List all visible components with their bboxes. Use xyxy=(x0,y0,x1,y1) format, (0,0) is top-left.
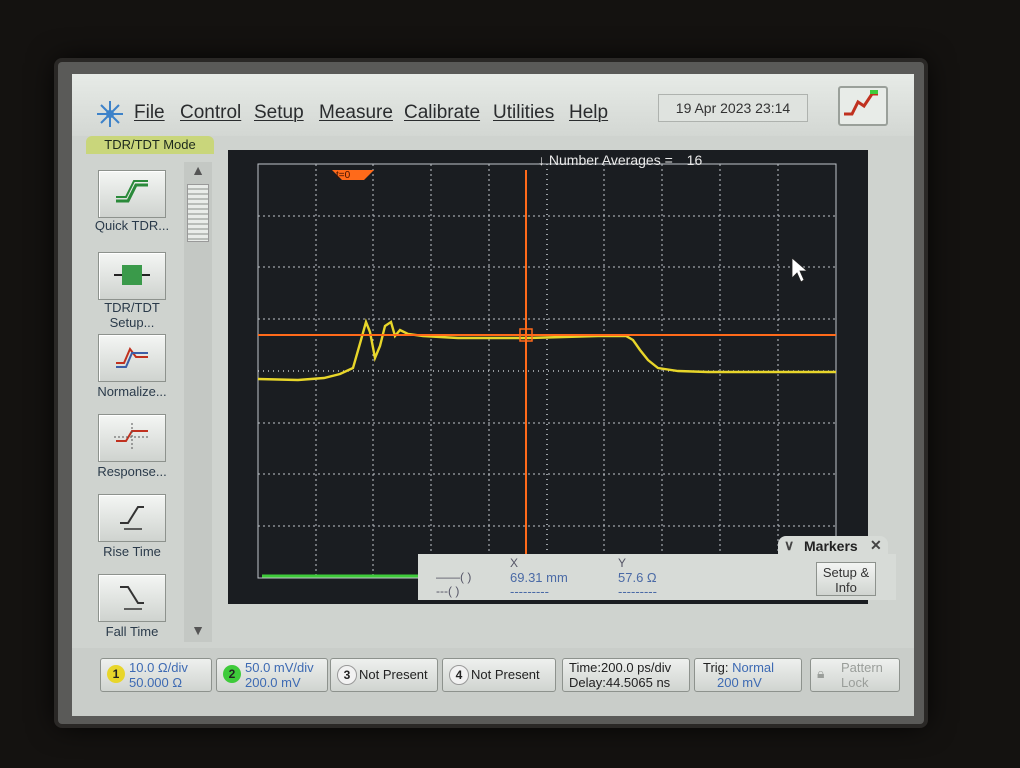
fall-time-label: Fall Time xyxy=(105,624,159,639)
collapse-chevron-icon[interactable]: ∨ xyxy=(784,537,794,554)
trig-level: 200 mV xyxy=(717,675,762,690)
rise-time-button[interactable] xyxy=(98,494,166,542)
waveform-display[interactable]: t=0 ↓ Number Averages = 16 xyxy=(228,150,868,604)
channel2-button[interactable]: 2 50.0 mV/div 200.0 mV xyxy=(216,658,328,692)
tools-scrollbar[interactable]: ▲ ▼ xyxy=(184,162,212,642)
normalize-icon xyxy=(116,347,148,368)
agilent-spark-logo-icon xyxy=(97,101,123,127)
quick-tdr-label: Quick TDR... xyxy=(94,218,170,233)
pattern-lock-button[interactable]: 🔒︎ Pattern Lock xyxy=(810,658,900,692)
channel1-scale: 10.0 Ω/div xyxy=(129,660,188,675)
scope-screen: File Control Setup Measure Calibrate Uti… xyxy=(72,74,914,716)
menu-control[interactable]: Control xyxy=(180,102,241,124)
normalize-label: Normalize... xyxy=(97,384,167,399)
menu-measure[interactable]: Measure xyxy=(319,102,393,124)
close-icon[interactable]: ✕ xyxy=(870,537,882,554)
channel3-button[interactable]: 3 Not Present xyxy=(330,658,438,692)
down-arrow-icon: ↓ xyxy=(538,152,545,168)
tdr-trace xyxy=(257,318,836,382)
rise-time-icon xyxy=(120,506,144,530)
marker-y-heading: Y xyxy=(618,556,627,570)
menu-setup[interactable]: Setup xyxy=(254,102,304,124)
menu-utilities[interactable]: Utilities xyxy=(493,102,554,124)
marker2-x-value: --------- xyxy=(510,584,549,599)
trigger-button[interactable]: Trig: Normal 200 mV xyxy=(694,658,802,692)
pattern-lock-label: Pattern Lock xyxy=(841,660,883,690)
channel4-number-badge: 4 xyxy=(449,665,469,685)
response-label: Response... xyxy=(97,464,167,479)
scroll-down-icon[interactable]: ▼ xyxy=(186,622,210,638)
marker-x-heading: X xyxy=(510,556,519,570)
marker2-symbol: ---( ) xyxy=(436,584,460,598)
channel3-status: Not Present xyxy=(359,667,428,682)
tdr-setup-label: TDR/TDT Setup... xyxy=(104,300,160,330)
marker-y-value: 57.6 Ω xyxy=(618,570,657,585)
channel2-number-badge: 2 xyxy=(223,665,241,683)
channel4-button[interactable]: 4 Not Present xyxy=(442,658,556,692)
trig-label: Trig: xyxy=(703,660,729,675)
lock-icon: 🔒︎ xyxy=(817,665,825,681)
normalize-button[interactable] xyxy=(98,334,166,382)
num-averages-label: Number Averages = xyxy=(548,152,673,168)
setup-info-button[interactable]: Setup & Info xyxy=(816,562,876,596)
num-averages-value: 16 xyxy=(686,152,703,168)
marker1-symbol: ——( ) xyxy=(436,570,472,584)
fall-time-button[interactable] xyxy=(98,574,166,622)
rise-time-label: Rise Time xyxy=(103,544,161,559)
bottom-status-bar: 1 10.0 Ω/div 50.000 Ω 2 50.0 mV/div 200.… xyxy=(72,648,914,716)
waveform-red-icon xyxy=(844,90,878,116)
delay-value: Delay:44.5065 ns xyxy=(569,675,671,690)
markers-tab[interactable]: ∨ Markers ✕ xyxy=(778,536,888,556)
tdr-setup-icon xyxy=(114,265,150,285)
tdr-setup-button[interactable] xyxy=(98,252,166,300)
channel1-number-badge: 1 xyxy=(107,665,125,683)
response-button[interactable] xyxy=(98,414,166,462)
menu-file[interactable]: File xyxy=(134,102,165,124)
marker2-y-value: --------- xyxy=(618,584,657,599)
fall-time-icon xyxy=(120,586,144,610)
channel2-text: 50.0 mV/div 200.0 mV xyxy=(245,660,314,690)
channel4-status: Not Present xyxy=(471,667,540,682)
channel2-scale: 50.0 mV/div xyxy=(245,660,314,675)
mouse-pointer-icon xyxy=(791,257,809,283)
quick-tdr-button[interactable] xyxy=(98,170,166,218)
trigger-text: Trig: Normal 200 mV xyxy=(703,660,774,690)
channel1-button[interactable]: 1 10.0 Ω/div 50.000 Ω xyxy=(100,658,212,692)
markers-panel: X Y ——( ) 69.31 mm 57.6 Ω ---( ) -------… xyxy=(418,554,896,600)
marker-x-value: 69.31 mm xyxy=(510,570,568,585)
timebase-button[interactable]: Time:200.0 ps/div Delay:44.5065 ns xyxy=(562,658,690,692)
channel2-offset: 200.0 mV xyxy=(245,675,301,690)
tdr-mode-tab[interactable]: TDR/TDT Mode xyxy=(86,136,214,154)
quick-tdr-icon xyxy=(116,180,148,203)
date-time-display: 19 Apr 2023 23:14 xyxy=(658,94,808,122)
timebase-text: Time:200.0 ps/div Delay:44.5065 ns xyxy=(569,660,671,690)
scroll-thumb[interactable] xyxy=(187,184,209,242)
scroll-up-icon[interactable]: ▲ xyxy=(186,162,210,178)
channel3-number-badge: 3 xyxy=(337,665,357,685)
menu-bar: File Control Setup Measure Calibrate Uti… xyxy=(72,74,914,136)
app-mode-icon[interactable] xyxy=(838,86,888,126)
channel1-offset: 50.000 Ω xyxy=(129,675,183,690)
number-averages: ↓ Number Averages = 16 xyxy=(538,152,702,168)
markers-title: Markers xyxy=(804,538,858,554)
menu-calibrate[interactable]: Calibrate xyxy=(404,102,480,124)
t0-label: t=0 xyxy=(336,170,351,181)
channel1-text: 10.0 Ω/div 50.000 Ω xyxy=(129,660,188,690)
response-icon xyxy=(114,423,150,451)
menu-help[interactable]: Help xyxy=(569,102,608,124)
time-per-div: Time:200.0 ps/div xyxy=(569,660,672,675)
trig-mode: Normal xyxy=(732,660,775,675)
